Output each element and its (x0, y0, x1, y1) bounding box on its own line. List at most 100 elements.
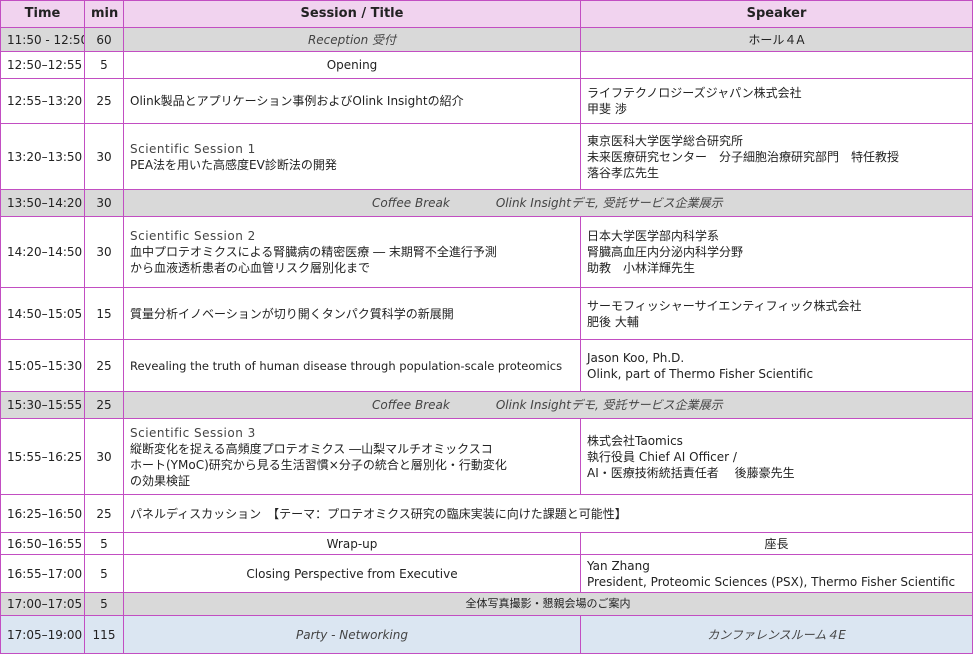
speaker-cell: 東京医科大学医学総合研究所 未来医療研究センター 分子細胞治療研究部門 特任教授… (580, 123, 973, 190)
time-cell: 13:50–14:20 (0, 189, 85, 217)
header-session: Session / Title (123, 0, 581, 28)
session-title: の効果検証 (130, 473, 191, 488)
table-row: 14:20–14:50 30 Scientific Session 2 血中プロ… (0, 216, 973, 288)
min-cell: 115 (84, 615, 124, 654)
agenda-table: Time min Session / Title Speaker 11:50 -… (0, 0, 973, 654)
session-heading: Scientific Session 1 (130, 141, 256, 156)
table-row: 13:20–13:50 30 Scientific Session 1 PEA法… (0, 123, 973, 190)
min-cell: 5 (84, 51, 124, 79)
time-cell: 16:25–16:50 (0, 494, 85, 533)
min-cell: 25 (84, 78, 124, 124)
min-cell: 5 (84, 532, 124, 555)
speaker-name: 落谷孝広先生 (587, 165, 660, 180)
speaker-name: 甲斐 渉 (587, 102, 627, 116)
session-cell: Closing Perspective from Executive (123, 554, 581, 593)
time-cell: 13:20–13:50 (0, 123, 85, 190)
min-cell: 5 (84, 592, 124, 616)
session-title: から血液透析患者の心血管リスク層別化まで (130, 261, 371, 275)
table-row: 16:55–17:00 5 Closing Perspective from E… (0, 554, 973, 593)
speaker-org: 東京医科大学医学総合研究所 (587, 133, 744, 148)
min-cell: 25 (84, 494, 124, 533)
expo-label: Olink Insightデモ, 受託サービス企業展示 (495, 196, 723, 210)
time-cell: 15:05–15:30 (0, 339, 85, 392)
speaker-org: 株式会社Taomics (587, 433, 683, 448)
time-cell: 15:55–16:25 (0, 418, 85, 495)
session-cell: パネルディスカッション 【テーマ：プロテオミクス研究の臨床実装に向けた課題と可能… (123, 494, 973, 533)
min-cell: 15 (84, 287, 124, 340)
break-label: Coffee Break (372, 196, 450, 210)
speaker-cell: Jason Koo, Ph.D. Olink, part of Thermo F… (580, 339, 973, 392)
session-title: 血中プロテオミクスによる腎臓病の精密医療 ― 末期腎不全進行予測 (130, 245, 497, 259)
speaker-name: AI・医療技術統括責任者 後藤豪先生 (587, 465, 795, 480)
speaker-cell (580, 51, 973, 79)
header-row: Time min Session / Title Speaker (0, 0, 973, 28)
speaker-name: 肥後 大輔 (587, 314, 639, 329)
speaker-cell: 日本大学医学部内科学系 腎臓高血圧内分泌内科学分野 助教 小林洋輝先生 (580, 216, 973, 288)
time-cell: 17:05–19:00 (0, 615, 85, 654)
session-heading: Scientific Session 3 (130, 425, 256, 440)
session-cell: Scientific Session 2 血中プロテオミクスによる腎臓病の精密医… (123, 216, 581, 288)
speaker-dept: 未来医療研究センター 分子細胞治療研究部門 特任教授 (587, 149, 900, 164)
table-row: 12:55–13:20 25 Olink製品とアプリケーション事例およびOlin… (0, 78, 973, 124)
session-cell: Scientific Session 1 PEA法を用いた高感度EV診断法の開発 (123, 123, 581, 190)
time-cell: 12:50–12:55 (0, 51, 85, 79)
session-cell: Opening (123, 51, 581, 79)
table-row: 15:30–15:55 25 Coffee Break Olink Insigh… (0, 391, 973, 419)
session-cell: Reception 受付 (123, 27, 581, 52)
speaker-cell: Yan Zhang President, Proteomic Sciences … (580, 554, 973, 593)
session-title: 縦断変化を捉える高頻度プロテオミクス ―山梨マルチオミックスコ (130, 441, 493, 456)
time-cell: 12:55–13:20 (0, 78, 85, 124)
session-cell: Scientific Session 3 縦断変化を捉える高頻度プロテオミクス … (123, 418, 581, 495)
session-title: ホート(YMoC)研究から見る生活習慣×分子の統合と層別化・行動変化 (130, 457, 507, 472)
time-cell: 14:50–15:05 (0, 287, 85, 340)
session-cell: Revealing the truth of human disease thr… (123, 339, 581, 392)
table-row: 17:05–19:00 115 Party - Networking カンファレ… (0, 615, 973, 654)
speaker-name: 助教 小林洋輝先生 (587, 261, 696, 275)
speaker-org: ライフテクノロジーズジャパン株式会社 (587, 86, 802, 100)
table-row: 15:55–16:25 30 Scientific Session 3 縦断変化… (0, 418, 973, 495)
speaker-cell: サーモフィッシャーサイエンティフィック株式会社 肥後 大輔 (580, 287, 973, 340)
session-heading: Scientific Session 2 (130, 229, 256, 243)
table-row: 12:50–12:55 5 Opening (0, 51, 973, 79)
session-cell: Olink製品とアプリケーション事例およびOlink Insightの紹介 (123, 78, 581, 124)
min-cell: 30 (84, 216, 124, 288)
speaker-cell: カンファレンスルーム４E (580, 615, 973, 654)
table-row: 11:50 - 12:50 60 Reception 受付 ホール４A (0, 27, 973, 52)
break-cell: Coffee Break Olink Insightデモ, 受託サービス企業展示 (123, 189, 973, 217)
speaker-dept: 腎臓高血圧内分泌内科学分野 (587, 245, 744, 259)
table-row: 16:50–16:55 5 Wrap-up 座長 (0, 532, 973, 555)
speaker-cell: ホール４A (580, 27, 973, 52)
table-row: 16:25–16:50 25 パネルディスカッション 【テーマ：プロテオミクス研… (0, 494, 973, 533)
table-row: 14:50–15:05 15 質量分析イノベーションが切り開くタンパク質科学の新… (0, 287, 973, 340)
time-cell: 14:20–14:50 (0, 216, 85, 288)
min-cell: 30 (84, 123, 124, 190)
session-title: PEA法を用いた高感度EV診断法の開発 (130, 157, 337, 172)
speaker-org: サーモフィッシャーサイエンティフィック株式会社 (587, 298, 862, 313)
header-time: Time (0, 0, 85, 28)
min-cell: 30 (84, 189, 124, 217)
header-min: min (84, 0, 124, 28)
speaker-cell: ライフテクノロジーズジャパン株式会社 甲斐 渉 (580, 78, 973, 124)
speaker-org: 日本大学医学部内科学系 (587, 229, 720, 243)
session-cell: Wrap-up (123, 532, 581, 555)
speaker-org: Olink, part of Thermo Fisher Scientific (587, 366, 814, 381)
time-cell: 16:50–16:55 (0, 532, 85, 555)
time-cell: 17:00–17:05 (0, 592, 85, 616)
min-cell: 30 (84, 418, 124, 495)
session-cell: 全体写真撮影・懇親会場のご案内 (123, 592, 973, 616)
speaker-title: 執行役員 Chief AI Officer / (587, 449, 737, 464)
break-cell: Coffee Break Olink Insightデモ, 受託サービス企業展示 (123, 391, 973, 419)
session-cell: Party - Networking (123, 615, 581, 654)
speaker-name: Yan Zhang (587, 558, 650, 573)
min-cell: 25 (84, 391, 124, 419)
break-label: Coffee Break (372, 398, 450, 412)
time-cell: 15:30–15:55 (0, 391, 85, 419)
time-cell: 11:50 - 12:50 (0, 27, 85, 52)
min-cell: 5 (84, 554, 124, 593)
speaker-cell: 座長 (580, 532, 973, 555)
min-cell: 60 (84, 27, 124, 52)
header-speaker: Speaker (580, 0, 973, 28)
table-row: 17:00–17:05 5 全体写真撮影・懇親会場のご案内 (0, 592, 973, 616)
speaker-title: President, Proteomic Sciences (PSX), The… (587, 574, 956, 589)
speaker-name: Jason Koo, Ph.D. (587, 350, 685, 365)
